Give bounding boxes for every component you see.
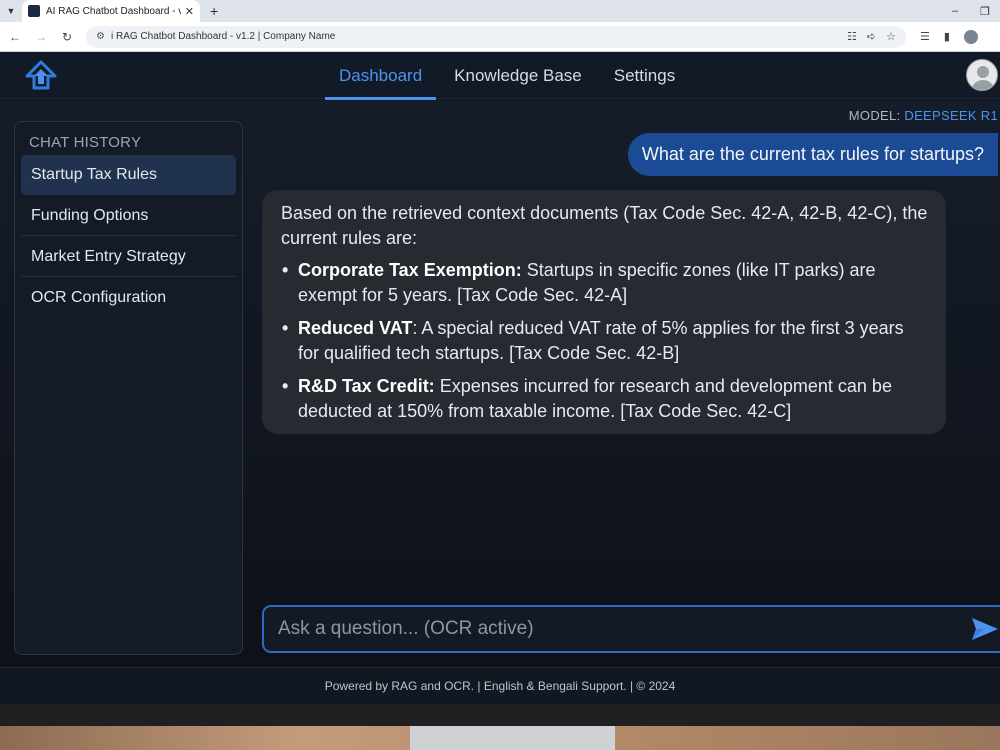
url-text: i RAG Chatbot Dashboard - v1.2 | Company…: [110, 31, 336, 42]
rule-title: R&D Tax Credit:: [298, 376, 435, 396]
tab-close-icon[interactable]: ✕: [185, 5, 194, 18]
reading-list-icon[interactable]: ☰: [920, 30, 930, 43]
reload-icon[interactable]: ↻: [56, 30, 78, 44]
window-controls: – ❐: [952, 0, 990, 22]
model-label: MODEL:: [848, 108, 901, 123]
sidebar-item-startup-tax-rules[interactable]: Startup Tax Rules: [21, 155, 236, 195]
avatar-head-shape: [977, 66, 989, 78]
list-item: Reduced VAT: A special reduced VAT rate …: [281, 316, 928, 366]
app-window: Dashboard Knowledge Base Settings CHAT H…: [0, 52, 1000, 704]
chat-history-sidebar: CHAT HISTORY Startup Tax Rules Funding O…: [14, 121, 243, 655]
bookmark-star-icon[interactable]: ☆: [886, 30, 896, 43]
back-arrow-icon[interactable]: ←: [4, 30, 26, 44]
footer-text: Powered by RAG and OCR. | English & Beng…: [324, 679, 676, 693]
sidebar-item-ocr-configuration[interactable]: OCR Configuration: [21, 278, 236, 318]
chat-input-container: [262, 605, 1000, 653]
bot-rules-list: Corporate Tax Exemption: Startups in spe…: [281, 258, 928, 424]
bot-intro-text: Based on the retrieved context documents…: [281, 203, 928, 248]
chat-input[interactable]: [264, 607, 954, 651]
upload-arrow-logo-icon[interactable]: [24, 60, 58, 92]
nav-tabs: Dashboard Knowledge Base Settings: [325, 52, 693, 100]
side-panel-icon[interactable]: ▮: [944, 30, 950, 43]
avatar-body-shape: [971, 80, 995, 90]
monitor-stand: [410, 726, 615, 750]
tab-search-chevron-icon[interactable]: ▼: [0, 0, 22, 22]
footer: Powered by RAG and OCR. | English & Beng…: [0, 667, 1000, 704]
tab-favicon-icon: [28, 5, 40, 17]
site-info-icon[interactable]: ⚙: [96, 31, 105, 42]
tab-settings[interactable]: Settings: [600, 52, 689, 99]
send-arrow-icon[interactable]: [970, 615, 1000, 643]
sidebar-heading: CHAT HISTORY: [29, 134, 142, 151]
user-message-bubble: What are the current tax rules for start…: [627, 133, 998, 176]
monitor-bezel: [0, 704, 1000, 726]
url-actions: ☷ ➪ ☆: [847, 30, 896, 43]
sidebar-item-market-entry-strategy[interactable]: Market Entry Strategy: [21, 237, 236, 277]
address-bar-row: ← → ↻ ⚙ i RAG Chatbot Dashboard - v1.2 |…: [0, 22, 1000, 52]
share-icon[interactable]: ➪: [867, 30, 876, 43]
model-indicator: MODEL: DEEPSEEK R1: [849, 108, 998, 123]
list-item: R&D Tax Credit: Expenses incurred for re…: [281, 374, 928, 424]
top-navigation: Dashboard Knowledge Base Settings: [0, 52, 1000, 100]
browser-profile-icon[interactable]: [963, 29, 978, 44]
tab-dashboard[interactable]: Dashboard: [325, 52, 437, 100]
user-message-text: What are the current tax rules for start…: [641, 144, 984, 164]
translate-icon[interactable]: ☷: [847, 30, 857, 43]
restore-icon[interactable]: ❐: [980, 5, 990, 18]
sidebar-item-funding-options[interactable]: Funding Options: [21, 196, 236, 236]
bot-message-bubble: Based on the retrieved context documents…: [262, 190, 946, 434]
rule-title: Reduced VAT: [298, 318, 413, 338]
list-item: Corporate Tax Exemption: Startups in spe…: [281, 258, 928, 308]
model-value: DEEPSEEK R1: [904, 108, 998, 123]
minimize-icon[interactable]: –: [952, 5, 958, 17]
forward-arrow-icon[interactable]: →: [30, 30, 52, 44]
url-field[interactable]: ⚙ i RAG Chatbot Dashboard - v1.2 | Compa…: [86, 25, 906, 48]
tab-title: AI RAG Chatbot Dashboard - v1.2 |: [46, 5, 181, 17]
browser-toolbar-right: ☰ ▮: [920, 29, 978, 44]
user-avatar-icon[interactable]: [966, 59, 998, 91]
browser-tab[interactable]: AI RAG Chatbot Dashboard - v1.2 | ✕: [22, 0, 200, 22]
new-tab-plus-icon[interactable]: +: [210, 3, 218, 19]
browser-tab-strip: ▼ AI RAG Chatbot Dashboard - v1.2 | ✕ + …: [0, 0, 1000, 22]
main-content: CHAT HISTORY Startup Tax Rules Funding O…: [0, 100, 1000, 667]
tab-knowledge-base[interactable]: Knowledge Base: [440, 52, 596, 99]
rule-title: Corporate Tax Exemption:: [298, 260, 522, 280]
